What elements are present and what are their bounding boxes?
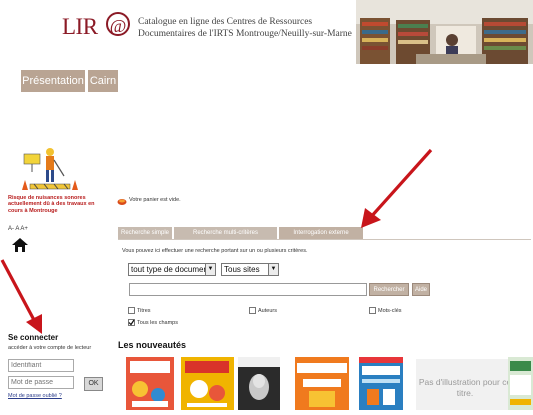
checkbox-authors-label: Auteurs: [258, 307, 277, 314]
checkbox-icon[interactable]: [369, 307, 376, 314]
checkbox-all-fields[interactable]: Tous les champs: [128, 319, 178, 326]
tab-external-query[interactable]: Interrogation externe: [279, 227, 363, 239]
book-cover-1[interactable]: [126, 357, 174, 410]
no-image-text: Pas d'illustration pour ce titre.: [418, 377, 512, 398]
checkbox-keywords-label: Mots-clés: [378, 307, 402, 314]
doc-type-value: tout type de document: [131, 265, 211, 274]
font-size-control[interactable]: A- A A+: [8, 226, 28, 232]
header-library-photo: [356, 0, 533, 64]
chevron-down-icon: ▼: [268, 264, 278, 275]
password-input[interactable]: [8, 376, 74, 389]
logo-at-icon: @: [106, 12, 130, 36]
annotation-arrow-left: [0, 259, 42, 334]
checkbox-all-fields-label: Tous les champs: [137, 319, 178, 326]
book-cover-2[interactable]: [181, 357, 234, 410]
construction-warning-text: Risque de nuisances sonores actuellement…: [8, 195, 95, 214]
catalogue-title-line2: Documentaires de l'IRTS Montrouge/Neuill…: [138, 29, 352, 39]
book-cover-6[interactable]: [508, 357, 533, 410]
help-button[interactable]: Aide: [412, 283, 430, 296]
checkbox-checked-icon[interactable]: [128, 319, 135, 326]
checkbox-authors[interactable]: Auteurs: [249, 307, 277, 314]
new-arrivals-title: Les nouveautés: [118, 340, 187, 350]
chevron-down-icon: ▼: [205, 264, 215, 275]
checkbox-icon[interactable]: [249, 307, 256, 314]
checkbox-icon[interactable]: [128, 307, 135, 314]
book-cover-5[interactable]: [359, 357, 403, 410]
search-intro-text: Vous pouvez ici effectuer une recherche …: [122, 248, 308, 254]
site-value: Tous sites: [224, 265, 260, 274]
logo-text: LIR: [62, 14, 98, 39]
identifier-input[interactable]: [8, 359, 74, 372]
tab-simple-search-label: Recherche simple: [120, 230, 170, 236]
book-cover-4[interactable]: [295, 357, 349, 410]
tab-simple-search[interactable]: Recherche simple: [118, 227, 172, 239]
site-logo[interactable]: LIR: [62, 14, 98, 40]
login-ok-button[interactable]: OK: [84, 377, 103, 391]
search-button[interactable]: Rechercher: [369, 283, 409, 296]
construction-warning-icon: [20, 146, 82, 194]
annotation-arrow-top: [361, 148, 433, 228]
nav-presentation[interactable]: Présentation: [21, 70, 85, 92]
cart-status: Votre panier est vide.: [129, 197, 181, 203]
tab-external-query-label: Interrogation externe: [293, 230, 349, 236]
cart-icon: [117, 193, 127, 205]
search-input[interactable]: [129, 283, 367, 296]
site-select[interactable]: Tous sites ▼: [221, 263, 279, 276]
doc-type-select[interactable]: tout type de document ▼: [128, 263, 216, 276]
home-icon[interactable]: [12, 238, 28, 252]
tab-multi-criteria-label: Recherche multi-critères: [192, 230, 259, 236]
book-cover-3[interactable]: [238, 357, 280, 410]
checkbox-titles[interactable]: Titres: [128, 307, 151, 314]
checkbox-titles-label: Titres: [137, 307, 151, 314]
nav-presentation-label: Présentation: [22, 75, 84, 87]
checkbox-keywords[interactable]: Mots-clés: [369, 307, 402, 314]
login-note: accéder à votre compte de lecteur: [8, 345, 92, 351]
nav-cairn[interactable]: Cairn: [88, 70, 118, 92]
catalogue-title-line1: Catalogue en ligne des Centres de Ressou…: [138, 17, 313, 27]
tab-multi-criteria[interactable]: Recherche multi-critères: [174, 227, 277, 239]
forgot-password-link[interactable]: Mot de passe oublié ?: [8, 393, 62, 399]
catalogue-title: Catalogue en ligne des Centres de Ressou…: [138, 16, 358, 40]
nav-cairn-label: Cairn: [89, 75, 117, 87]
no-image-placeholder[interactable]: Pas d'illustration pour ce titre.: [416, 359, 514, 410]
